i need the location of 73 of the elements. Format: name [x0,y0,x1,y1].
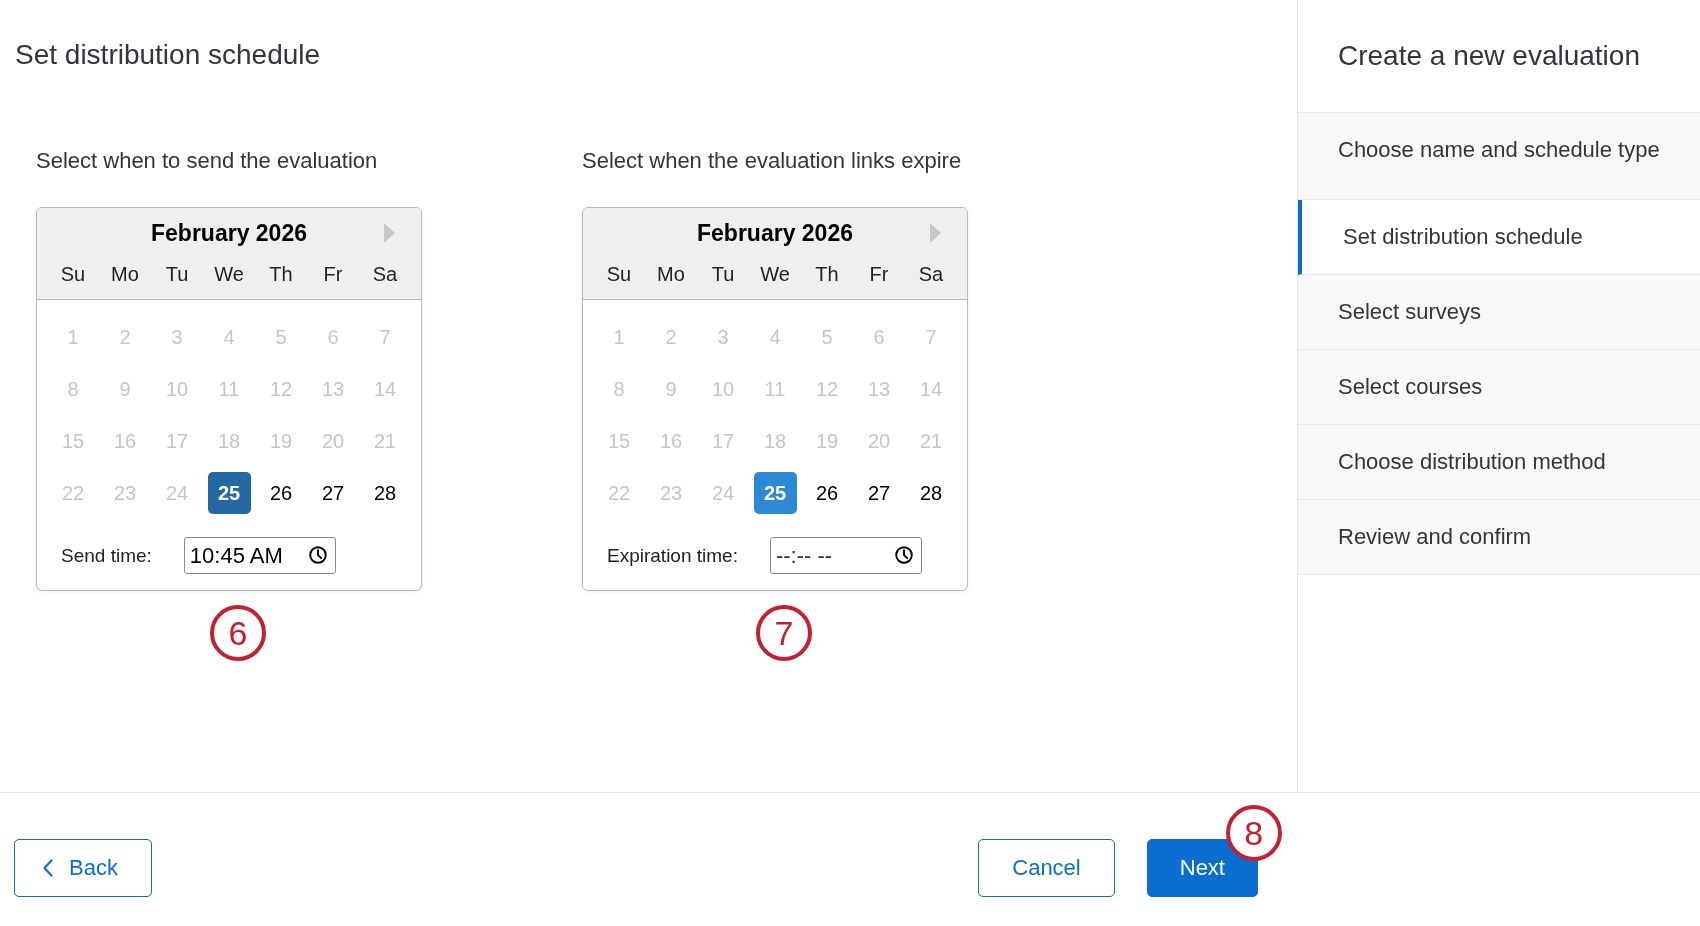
weekday-label: Su [60,262,86,287]
step-callout: 8 [1225,805,1282,861]
weekday-label: Mo [657,262,685,287]
weekday-label: Fr [869,262,889,287]
calendar-day: 15 [597,420,641,462]
calendar-day: 11 [753,368,797,410]
calendar-day: 1 [51,316,95,358]
time-label: Send time: [61,544,152,567]
sidebar-title: Create a new evaluation [1338,40,1640,72]
calendar-day: 23 [103,472,147,514]
calendar-day: 24 [155,472,199,514]
calendar-day: 18 [753,420,797,462]
time-label: Expiration time: [607,544,738,567]
weekday-label: Su [606,262,632,287]
calendar-month-title: February 2026 [697,219,853,248]
calendar-day: 14 [909,368,953,410]
calendar-day: 3 [701,316,745,358]
calendar-day: 4 [753,316,797,358]
calendar-day: 1 [597,316,641,358]
calendar-day: 17 [701,420,745,462]
step-callout: 7 [756,605,812,661]
calendar-day: 8 [51,368,95,410]
step-callout: 6 [210,605,266,661]
weekday-label: Sa [372,262,398,287]
calendar-day: 13 [857,368,901,410]
weekday-label: We [214,262,244,287]
calendar-day: 6 [857,316,901,358]
calendar-day: 13 [311,368,355,410]
calendar-day: 2 [649,316,693,358]
calendar-day: 16 [103,420,147,462]
weekday-label: We [760,262,790,287]
calendar-day: 14 [363,368,407,410]
calendar-day: 22 [597,472,641,514]
calendar-day: 7 [909,316,953,358]
calendar-day: 4 [207,316,251,358]
calendar-day: 5 [805,316,849,358]
weekday-label: Tu [711,262,735,287]
section-prompt: Select when the evaluation links expire [582,148,962,174]
weekday-label: Tu [165,262,189,287]
calendar-day: 12 [805,368,849,410]
calendar-day: 3 [155,316,199,358]
calendar-day: 19 [259,420,303,462]
calendar-day: 15 [51,420,95,462]
calendar-day: 9 [103,368,147,410]
calendar-day: 7 [363,316,407,358]
calendar-day: 9 [649,368,693,410]
calendar-day: 20 [857,420,901,462]
calendar-day: 2 [103,316,147,358]
calendar-day: 18 [207,420,251,462]
weekday-label: Sa [918,262,944,287]
calendar-day: 8 [597,368,641,410]
calendar-day: 24 [701,472,745,514]
calendar-day: 23 [649,472,693,514]
calendar-day: 5 [259,316,303,358]
calendar-day: 17 [155,420,199,462]
weekday-label: Th [269,262,293,287]
calendar-day: 21 [909,420,953,462]
calendar-day: 16 [649,420,693,462]
calendar-day: 21 [363,420,407,462]
calendar-day: 6 [311,316,355,358]
section-prompt: Select when to send the evaluation [36,148,378,174]
calendar-day: 10 [155,368,199,410]
weekday-label: Mo [111,262,139,287]
weekday-label: Fr [323,262,343,287]
calendar-month-title: February 2026 [151,219,307,248]
calendar-day: 20 [311,420,355,462]
page-title: Set distribution schedule [15,39,321,71]
calendar-day: 19 [805,420,849,462]
calendar-day: 22 [51,472,95,514]
calendar-day: 10 [701,368,745,410]
weekday-label: Th [815,262,839,287]
calendar-day: 11 [207,368,251,410]
calendar-day: 12 [259,368,303,410]
